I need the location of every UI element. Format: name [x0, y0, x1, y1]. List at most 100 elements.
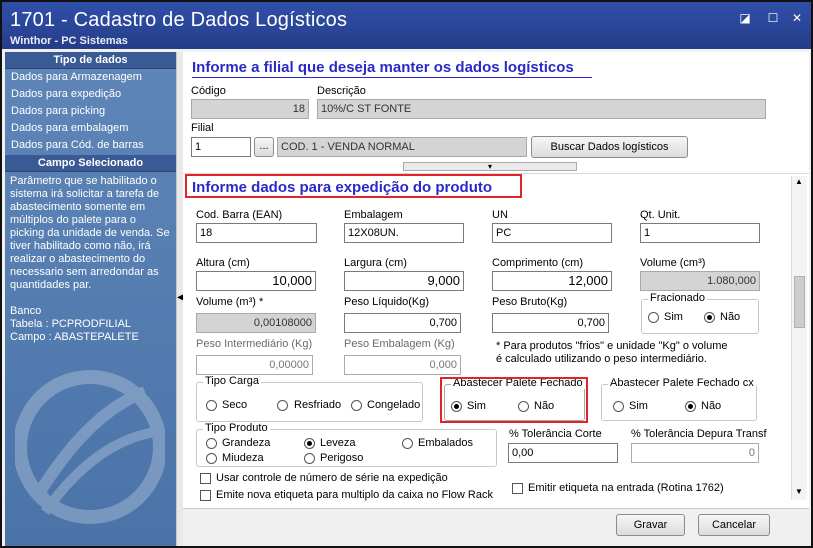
peso-bruto-input[interactable]: 0,700 — [492, 313, 609, 333]
sidebar-item-embalagem[interactable]: Dados para embalagem — [5, 120, 176, 137]
etiqueta-flow-checkbox[interactable] — [200, 490, 211, 501]
largura-input[interactable]: 9,000 — [344, 271, 464, 291]
tipo-carga-label: Tipo Carga — [203, 375, 262, 387]
comprimento-input[interactable]: 12,000 — [492, 271, 612, 291]
sidebar-item-armazenagem[interactable]: Dados para Armazenagem — [5, 69, 176, 86]
save-button[interactable]: Gravar — [616, 514, 685, 536]
fracionado-nao-radio[interactable] — [704, 312, 715, 323]
tipo-produto-perigoso-radio[interactable] — [304, 453, 315, 464]
sidebar-section-title: Tipo de dados — [5, 52, 176, 69]
sidebar-item-picking[interactable]: Dados para picking — [5, 103, 176, 120]
cancel-button-label: Cancelar — [711, 519, 757, 531]
peso-liquido-label: Peso Líquido(Kg) — [344, 296, 429, 308]
embalagem-input[interactable]: 12X08UN. — [344, 223, 464, 243]
tipo-produto-embalados-radio[interactable] — [402, 438, 413, 449]
scroll-down-icon[interactable]: ▼ — [795, 487, 803, 496]
cancel-button[interactable]: Cancelar — [698, 514, 770, 536]
volume-cm-label: Volume (cm³) — [640, 257, 706, 269]
sidebar-item-cod-barras[interactable]: Dados para Cód. de barras — [5, 137, 176, 154]
window-subtitle: Winthor - PC Sistemas — [10, 35, 128, 47]
scrollbar-thumb[interactable] — [794, 276, 805, 328]
tipo-produto-leveza-radio[interactable] — [304, 438, 315, 449]
close-icon[interactable]: ✕ — [790, 11, 804, 25]
field-description: Parâmetro que se habilitado o sistema ir… — [10, 175, 176, 291]
tipo-produto-leveza-label: Leveza — [320, 437, 356, 449]
volume-m-label: Volume (m³) * — [196, 296, 264, 308]
serie-checkbox-label: Usar controle de número de série na expe… — [216, 472, 448, 484]
title-underline — [192, 77, 592, 78]
fracionado-sim-radio[interactable] — [648, 312, 659, 323]
qt-unit-label: Qt. Unit. — [640, 209, 681, 221]
peso-embalagem-label: Peso Embalagem (Kg) — [344, 338, 455, 350]
tolerancia-corte-label: % Tolerância Corte — [509, 428, 602, 440]
abastecer-cx-label: Abastecer Palete Fechado cx — [608, 377, 756, 389]
sidebar-splitter[interactable]: ◀ — [176, 52, 185, 546]
tipo-produto-grandeza-radio[interactable] — [206, 438, 217, 449]
descricao-field: 10%/C ST FONTE — [317, 99, 766, 119]
tipo-carga-seco-radio[interactable] — [206, 400, 217, 411]
tipo-produto-perigoso-label: Perigoso — [320, 452, 364, 464]
largura-label: Largura (cm) — [344, 257, 407, 269]
vertical-scrollbar[interactable]: ▲ ▼ — [791, 176, 807, 500]
filial-description-field: COD. 1 - VENDA NORMAL — [277, 137, 527, 157]
qt-unit-input[interactable]: 1 — [640, 223, 760, 243]
etiqueta-entrada-label: Emitir etiqueta na entrada (Rotina 1762) — [528, 482, 724, 494]
codigo-field: 18 — [191, 99, 309, 119]
tipo-carga-congelado-label: Congelado — [367, 399, 421, 411]
footer-bar: Gravar Cancelar — [183, 508, 809, 546]
window-title: 1701 - Cadastro de Dados Logísticos — [10, 9, 348, 31]
volume-cm-field: 1.080,000 — [640, 271, 760, 291]
embalagem-label: Embalagem — [344, 209, 403, 221]
tipo-carga-seco-label: Seco — [222, 399, 248, 411]
un-input[interactable]: PC — [492, 223, 612, 243]
scroll-up-icon[interactable]: ▲ — [795, 177, 803, 186]
collapse-handle[interactable]: ▾ — [403, 162, 577, 171]
tolerancia-depura-label: % Tolerância Depura Transf — [631, 428, 767, 440]
descricao-label: Descrição — [317, 85, 366, 97]
fracionado-sim-label: Sim — [664, 311, 683, 323]
peso-embalagem-input[interactable]: 0,000 — [344, 355, 461, 375]
volume-m-field: 0,00108000 — [196, 313, 316, 333]
highlight-section-title — [185, 174, 522, 198]
cod-barra-label: Cod. Barra (EAN) — [196, 209, 283, 221]
etiqueta-flow-label: Emite nova etiqueta para multiplo da cai… — [216, 489, 493, 501]
fracionado-group: Fracionado Sim Não — [641, 292, 759, 334]
main-panel: Informe a filial que deseja manter os da… — [183, 52, 809, 546]
cod-barra-input[interactable]: 18 — [196, 223, 317, 243]
tipo-produto-embalados-label: Embalados — [418, 437, 474, 449]
bank-label: Banco — [10, 305, 42, 317]
field-label: Campo : ABASTEPALETE — [10, 331, 139, 343]
sidebar: Tipo de dados Dados para Armazenagem Dad… — [5, 52, 176, 546]
tipo-produto-label: Tipo Produto — [203, 422, 270, 434]
save-button-label: Gravar — [633, 519, 668, 531]
tipo-produto-miudeza-radio[interactable] — [206, 453, 217, 464]
chevron-down-icon[interactable]: ▾ — [488, 162, 492, 171]
maximize-icon[interactable]: ☐ — [766, 11, 780, 25]
abastecer-cx-nao-label: Não — [701, 400, 722, 412]
filial-lookup-button[interactable]: ... — [254, 137, 274, 157]
tolerancia-corte-input[interactable]: 0,00 — [508, 443, 618, 463]
sidebar-item-expedicao[interactable]: Dados para expedição — [5, 86, 176, 103]
peso-liquido-input[interactable]: 0,700 — [344, 313, 461, 333]
filial-section-title: Informe a filial que deseja manter os da… — [192, 59, 574, 76]
etiqueta-entrada-checkbox[interactable] — [512, 483, 523, 494]
buscar-dados-button[interactable]: Buscar Dados logísticos — [531, 136, 688, 158]
comprimento-label: Comprimento (cm) — [492, 257, 584, 269]
application-window: 1701 - Cadastro de Dados Logísticos Wint… — [0, 0, 813, 548]
restore-icon[interactable]: ◪ — [738, 11, 752, 25]
abastecer-cx-nao-radio[interactable] — [685, 401, 696, 412]
tipo-carga-congelado-radio[interactable] — [351, 400, 362, 411]
peso-intermediario-label: Peso Intermediário (Kg) — [196, 338, 313, 350]
sidebar-selected-title: Campo Selecionado — [5, 155, 176, 172]
serie-checkbox[interactable] — [200, 473, 211, 484]
peso-intermediario-input[interactable]: 0,00000 — [196, 355, 313, 375]
logo-watermark — [15, 370, 165, 524]
filial-input[interactable]: 1 — [191, 137, 251, 157]
altura-input[interactable]: 10,000 — [196, 271, 316, 291]
fracionado-label: Fracionado — [648, 292, 708, 304]
volume-note: * Para produtos "frios" e unidade "Kg" o… — [496, 340, 728, 365]
tipo-carga-resfriado-radio[interactable] — [277, 400, 288, 411]
tolerancia-depura-input[interactable]: 0 — [631, 443, 759, 463]
tipo-produto-grandeza-label: Grandeza — [222, 437, 271, 449]
abastecer-cx-sim-radio[interactable] — [613, 401, 624, 412]
